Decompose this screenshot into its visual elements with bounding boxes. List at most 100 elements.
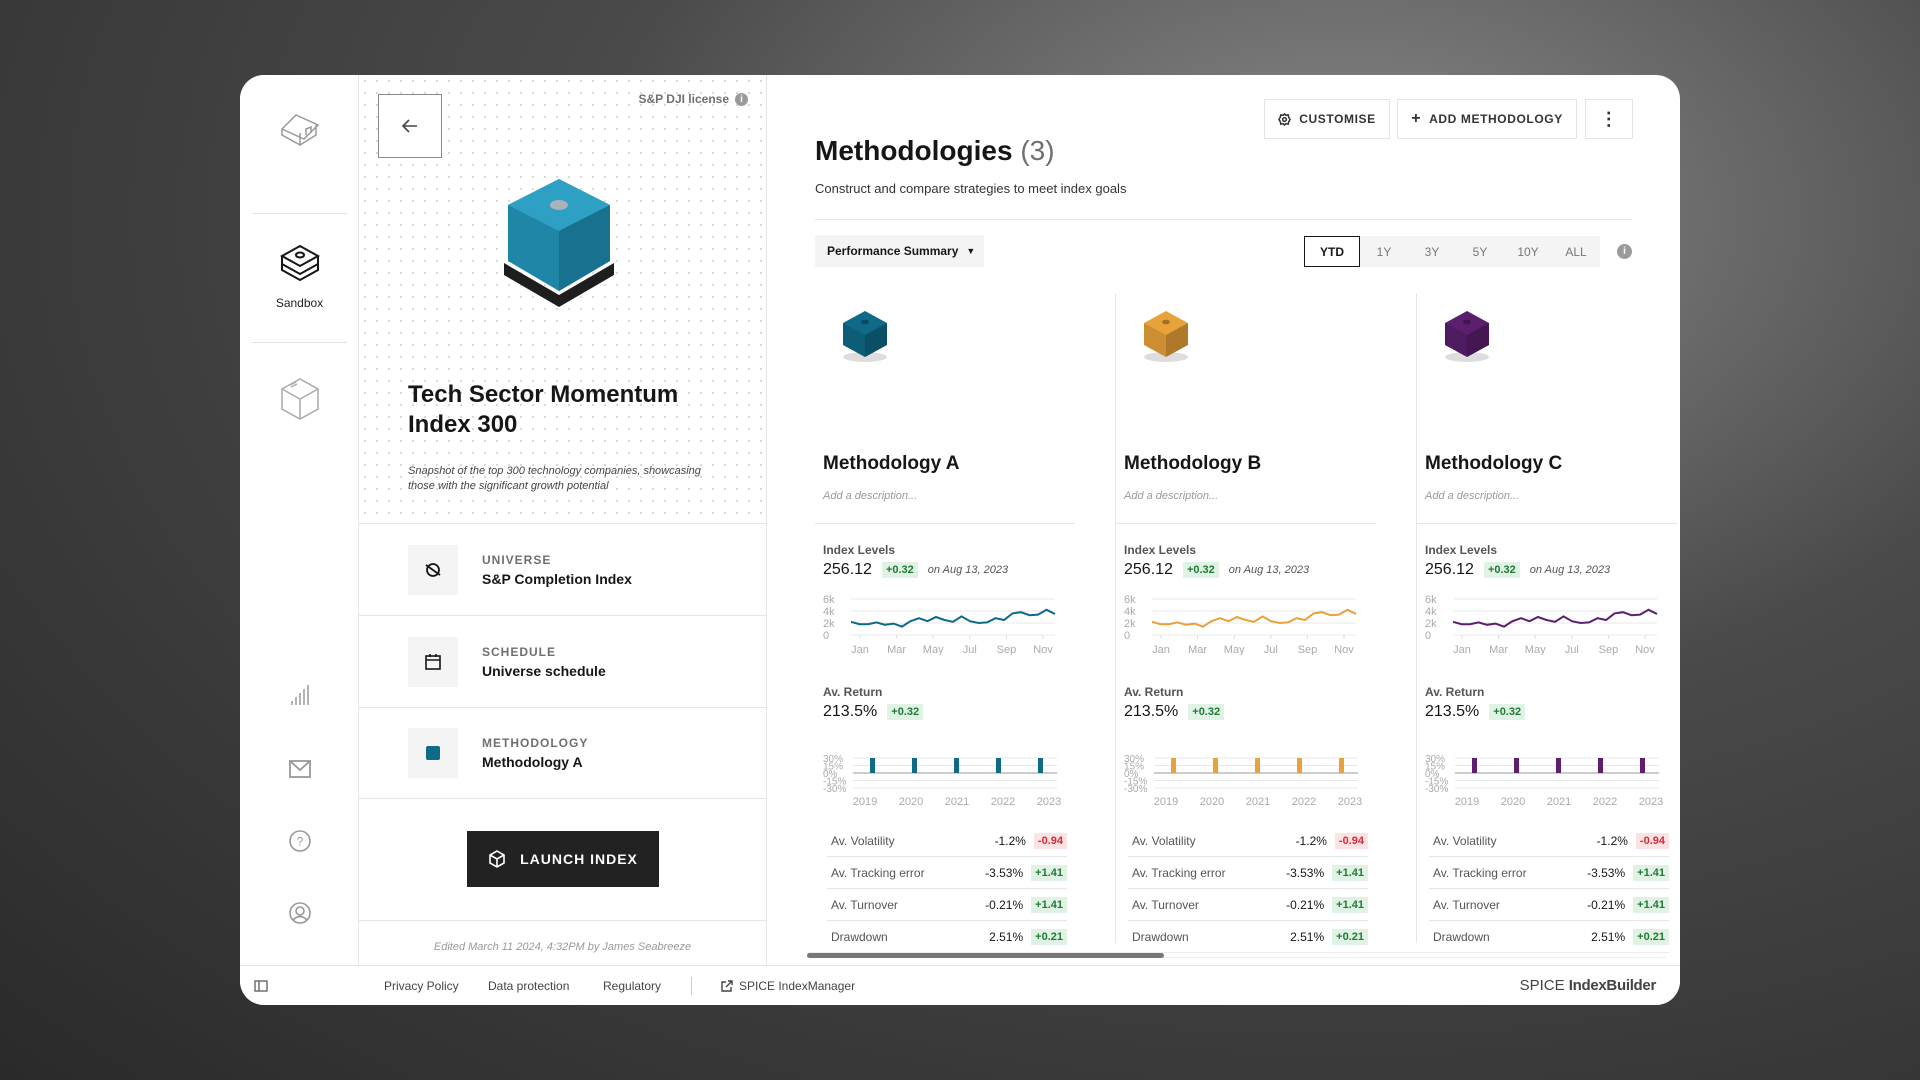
divider — [359, 920, 766, 921]
x-tick-label: 2019 — [1154, 796, 1178, 807]
sidebar-item-account[interactable] — [240, 901, 359, 925]
regulatory-link[interactable]: Regulatory — [603, 979, 661, 993]
metric-value: -3.53% — [1587, 865, 1626, 880]
x-tick-label: 2019 — [853, 796, 877, 807]
index-cube-image — [504, 179, 614, 307]
setting-schedule[interactable]: SCHEDULE Universe schedule — [359, 615, 766, 707]
av-return-value: 213.5% — [823, 703, 878, 720]
description-input[interactable]: Add a description... — [1124, 490, 1218, 502]
methodology-cube-icon — [1445, 311, 1489, 362]
sidebar-item-home[interactable] — [240, 103, 359, 151]
period-all[interactable]: ALL — [1552, 236, 1600, 267]
metric-delta-badge: +1.41 — [1633, 896, 1669, 913]
back-button[interactable] — [378, 94, 442, 158]
methodology-name[interactable]: Methodology C — [1425, 453, 1562, 475]
calendar-icon — [425, 653, 441, 670]
metric-value: -1.2% — [1596, 833, 1628, 848]
launch-label: LAUNCH INDEX — [520, 851, 638, 867]
external-link-icon — [721, 979, 733, 992]
panel-toggle-icon[interactable] — [254, 979, 268, 993]
period-10y[interactable]: 10Y — [1504, 236, 1552, 267]
analytics-icon — [290, 685, 309, 705]
sidebar-item-help[interactable]: ? — [240, 829, 359, 853]
index-level-value: 256.12 — [1425, 561, 1474, 578]
return-delta-badge: +0.32 — [887, 704, 924, 720]
x-tick-label: Mar — [887, 644, 906, 655]
index-level-value: 256.12 — [1124, 561, 1173, 578]
more-options-button[interactable]: ⋮ — [1585, 99, 1633, 139]
sidebar-item-analytics[interactable] — [240, 683, 359, 707]
methodology-name[interactable]: Methodology B — [1124, 453, 1261, 475]
home-icon — [280, 114, 319, 147]
sidebar-item-sandbox[interactable]: Sandbox — [240, 240, 359, 310]
metric-row: Drawdown 2.51% +0.21 — [1429, 921, 1669, 953]
privacy-policy-link[interactable]: Privacy Policy — [384, 979, 459, 993]
x-tick-label: 2019 — [1455, 796, 1479, 807]
level-date: on Aug 13, 2023 — [1529, 564, 1611, 576]
horizontal-scrollbar[interactable] — [807, 952, 1667, 958]
metric-row: Av. Turnover -0.21% +1.41 — [1429, 889, 1669, 921]
return-bar-chart: 30%15%0%-15%-30%2019 2020 2021 2022 2023 — [823, 754, 1061, 807]
scrollbar-thumb[interactable] — [807, 953, 1164, 958]
sidebar-item-label: Sandbox — [275, 296, 324, 310]
license-text: S&P DJI license — [638, 92, 730, 106]
app-window: Sandbox ? S&P DJI license i Tech Sector … — [240, 75, 1680, 1005]
setting-value: Methodology A — [482, 754, 583, 770]
index-level-chart: 02k4k6k Jan Mar May Jul Sep Nov — [1425, 595, 1658, 655]
x-tick-label: Nov — [1033, 644, 1053, 655]
metric-name: Av. Tracking error — [1433, 865, 1527, 880]
methodology-count: (3) — [1020, 135, 1055, 166]
return-bar — [912, 758, 917, 773]
y-tick-label: 2k — [823, 618, 835, 630]
info-icon[interactable]: i — [1617, 244, 1632, 259]
y-tick-label: -30% — [1425, 784, 1448, 795]
divider — [1417, 523, 1677, 524]
period-3y[interactable]: 3Y — [1408, 236, 1456, 267]
sidebar-item-mail[interactable] — [240, 757, 359, 781]
plus-icon: + — [1411, 110, 1422, 127]
return-bar — [1339, 758, 1344, 773]
spice-indexmanager-link[interactable]: SPICE IndexManager — [721, 979, 855, 993]
x-tick-label: Mar — [1489, 644, 1508, 655]
description-input[interactable]: Add a description... — [823, 490, 917, 502]
index-panel: S&P DJI license i Tech Sector Momentum In… — [359, 75, 767, 965]
x-tick-label: 2021 — [945, 796, 969, 807]
metric-value: -0.21% — [985, 897, 1024, 912]
view-label: Performance Summary — [827, 244, 959, 258]
sidebar-item-box[interactable] — [240, 375, 359, 423]
x-tick-label: May — [1224, 644, 1245, 655]
y-tick-label: 0 — [1124, 630, 1130, 642]
methodologies-panel: CUSTOMISE + ADD METHODOLOGY ⋮ Methodolog… — [767, 75, 1680, 995]
brand-logo: SPICE IndexBuilder — [1520, 977, 1657, 994]
index-levels-label: Index Levels — [1425, 543, 1498, 557]
x-tick-label: Jan — [1152, 644, 1170, 655]
period-ytd[interactable]: YTD — [1304, 236, 1360, 267]
description-input[interactable]: Add a description... — [1425, 490, 1519, 502]
view-dropdown[interactable]: Performance Summary ▼ — [815, 235, 984, 267]
x-tick-label: May — [923, 644, 944, 655]
launch-index-button[interactable]: LAUNCH INDEX — [467, 831, 659, 887]
add-methodology-button[interactable]: + ADD METHODOLOGY — [1397, 99, 1577, 139]
x-tick-label: 2023 — [1037, 796, 1061, 807]
metric-name: Av. Turnover — [1132, 897, 1199, 912]
period-1y[interactable]: 1Y — [1360, 236, 1408, 267]
customise-button[interactable]: CUSTOMISE — [1264, 99, 1390, 139]
x-tick-label: Sep — [1298, 644, 1318, 655]
page-subtitle: Construct and compare strategies to meet… — [815, 181, 1127, 196]
setting-methodology[interactable]: METHODOLOGY Methodology A — [359, 707, 766, 799]
metric-name: Drawdown — [831, 929, 888, 944]
return-bar — [870, 758, 875, 773]
divider — [1116, 523, 1376, 524]
return-bar — [1255, 758, 1260, 773]
methodology-name[interactable]: Methodology A — [823, 453, 960, 475]
info-icon[interactable]: i — [735, 92, 748, 106]
y-tick-label: 6k — [1425, 595, 1437, 606]
data-protection-link[interactable]: Data protection — [488, 979, 569, 993]
setting-universe[interactable]: UNIVERSE S&P Completion Index — [359, 523, 766, 615]
period-5y[interactable]: 5Y — [1456, 236, 1504, 267]
x-tick-label: Jul — [963, 644, 977, 655]
x-tick-label: Nov — [1635, 644, 1655, 655]
index-settings: UNIVERSE S&P Completion Index SCHEDULE Uni… — [359, 523, 766, 965]
metric-value: 2.51% — [1591, 929, 1626, 944]
sidebar-divider — [252, 213, 347, 214]
